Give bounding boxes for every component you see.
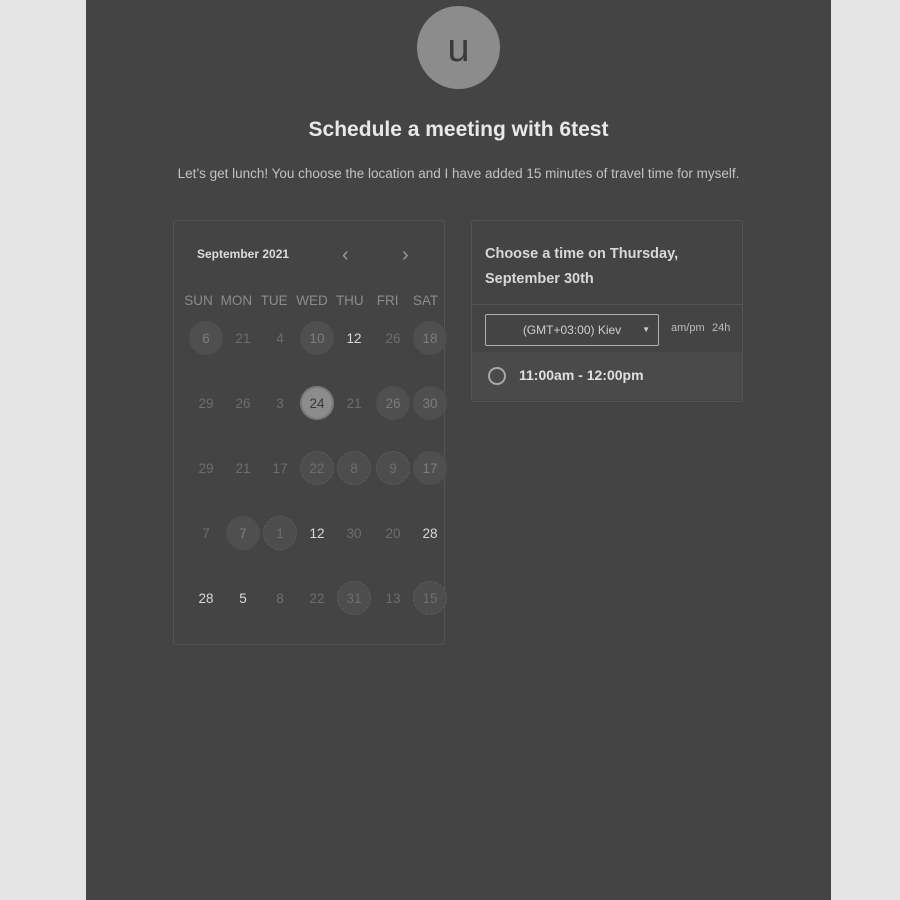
dow-wed: WED bbox=[296, 293, 328, 308]
dow-sun: SUN bbox=[184, 293, 213, 308]
avatar: u bbox=[417, 6, 500, 89]
calendar-day[interactable]: 8 bbox=[337, 451, 371, 485]
calendar-day: 22 bbox=[309, 590, 325, 606]
dow-thu: THU bbox=[335, 293, 364, 308]
dow-mon: MON bbox=[220, 293, 253, 308]
chevron-right-icon[interactable]: › bbox=[402, 245, 409, 265]
time-slot-label: 11:00am - 12:00pm bbox=[519, 367, 644, 383]
calendar-day: 4 bbox=[276, 330, 284, 346]
calendar-day[interactable]: 6 bbox=[189, 321, 223, 355]
calendar-day: 17 bbox=[272, 460, 288, 476]
calendar-day[interactable]: 31 bbox=[337, 581, 371, 615]
calendar-day: 21 bbox=[235, 460, 251, 476]
time-slot[interactable]: 11:00am - 12:00pm bbox=[472, 352, 742, 400]
page-title: Schedule a meeting with 6test bbox=[308, 118, 609, 141]
calendar-day[interactable]: 17 bbox=[413, 451, 447, 485]
calendar-week: 29 26 3 24 21 26 30 bbox=[174, 386, 447, 430]
time-panel-header: Choose a time on Thursday, September 30t… bbox=[472, 221, 742, 305]
calendar-day: 3 bbox=[276, 395, 284, 411]
calendar-day: 21 bbox=[235, 330, 251, 346]
calendar-day[interactable]: 28 bbox=[413, 516, 447, 550]
calendar-day[interactable]: 18 bbox=[413, 321, 447, 355]
calendar-week: 28 5 8 22 31 13 15 bbox=[174, 581, 447, 625]
calendar-day: 21 bbox=[346, 395, 362, 411]
calendar-week: 6 21 4 10 12 26 18 bbox=[174, 321, 447, 365]
calendar: September 2021 ‹ › SUN MON TUE WED THU F… bbox=[173, 220, 447, 645]
caret-down-icon: ▼ bbox=[642, 325, 650, 334]
calendar-day: 30 bbox=[346, 525, 362, 541]
calendar-day[interactable]: 26 bbox=[376, 386, 410, 420]
time-panel: Choose a time on Thursday, September 30t… bbox=[471, 220, 743, 402]
calendar-day[interactable]: 30 bbox=[413, 386, 447, 420]
timezone-value: (GMT+03:00) Kiev bbox=[522, 323, 622, 337]
calendar-week: 7 7 1 12 30 20 28 bbox=[174, 516, 446, 560]
calendar-day[interactable]: 9 bbox=[376, 451, 410, 485]
calendar-day[interactable]: 28 bbox=[189, 581, 223, 615]
calendar-day: 7 bbox=[202, 525, 210, 541]
radio-icon[interactable] bbox=[488, 367, 506, 385]
calendar-day[interactable]: 1 bbox=[263, 516, 297, 550]
dow-tue: TUE bbox=[260, 293, 288, 308]
calendar-day[interactable]: 5 bbox=[226, 581, 260, 615]
avatar-letter: u bbox=[447, 25, 470, 70]
calendar-day: 20 bbox=[385, 525, 401, 541]
calendar-day: 26 bbox=[385, 330, 401, 346]
days-of-week-header: SUN MON TUE WED THU FRI SAT bbox=[180, 293, 444, 308]
dow-fri: FRI bbox=[376, 293, 399, 308]
chevron-left-icon[interactable]: ‹ bbox=[342, 245, 349, 265]
calendar-day[interactable]: 12 bbox=[300, 516, 334, 550]
calendar-day[interactable]: 12 bbox=[337, 321, 371, 355]
calendar-day: 26 bbox=[235, 395, 251, 411]
calendar-day: 13 bbox=[385, 590, 401, 606]
calendar-day[interactable]: 15 bbox=[413, 581, 447, 615]
calendar-day[interactable]: 24 bbox=[300, 386, 334, 420]
dow-sat: SAT bbox=[412, 293, 439, 308]
calendar-day: 29 bbox=[198, 460, 214, 476]
calendar-day[interactable]: 10 bbox=[300, 321, 334, 355]
format-ampm-toggle[interactable]: am/pm bbox=[671, 322, 705, 334]
meeting-description: Let’s get lunch! You choose the location… bbox=[177, 166, 740, 181]
calendar-day[interactable]: 7 bbox=[226, 516, 260, 550]
month-label: September 2021 bbox=[197, 247, 290, 261]
timezone-select[interactable]: (GMT+03:00) Kiev ▼ bbox=[485, 314, 659, 346]
calendar-day[interactable]: 22 bbox=[300, 451, 334, 485]
calendar-day: 29 bbox=[198, 395, 214, 411]
format-24h-toggle[interactable]: 24h bbox=[712, 322, 730, 334]
calendar-week: 29 21 17 22 8 9 17 bbox=[174, 451, 447, 495]
calendar-day: 8 bbox=[276, 590, 284, 606]
time-panel-heading: Choose a time on Thursday, September 30t… bbox=[485, 246, 679, 287]
